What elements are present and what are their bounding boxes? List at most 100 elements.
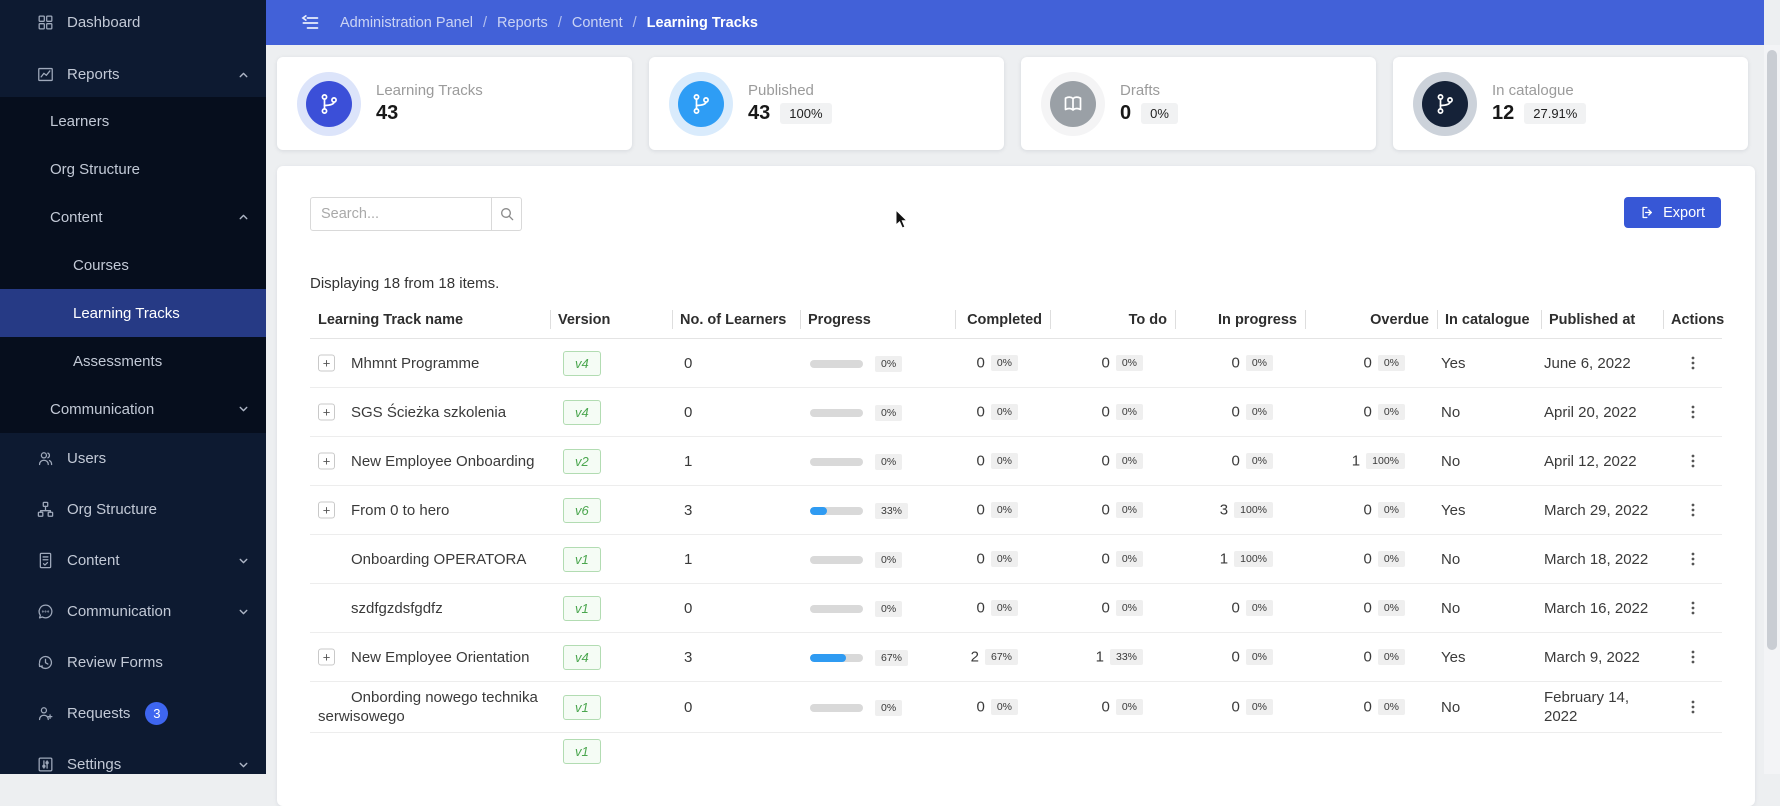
row-actions-button[interactable]: [1681, 449, 1705, 473]
learning-track-name: SGS Ścieżka szkolenia: [351, 403, 507, 421]
sidebar-item-reports-learning-tracks[interactable]: Learning Tracks: [0, 289, 266, 337]
items-count-summary: Displaying 18 from 18 items.: [310, 275, 500, 292]
row-actions-button[interactable]: [1681, 498, 1705, 522]
sidebar-item-reports-learners[interactable]: Learners: [0, 97, 266, 145]
table-row: + New Employee Onboarding v2 1 0% 0 0% 0 0%…: [310, 436, 1722, 486]
row-actions-button[interactable]: [1681, 351, 1705, 375]
menu-fold-icon[interactable]: [300, 13, 320, 33]
version-badge: v4: [563, 644, 601, 670]
todo-cell: 0 0%: [1050, 583, 1175, 633]
expand-row-button[interactable]: +: [318, 403, 335, 421]
todo-cell: 0 0%: [1050, 338, 1175, 388]
stat-card-label: Learning Tracks: [376, 82, 483, 99]
stat-card-published: Published 43 100%: [649, 57, 1004, 150]
sidebar-item-communication[interactable]: Communication: [0, 586, 266, 637]
sidebar-item-content[interactable]: Content: [0, 535, 266, 586]
search-input[interactable]: [310, 197, 492, 231]
learners-count: 0: [672, 681, 800, 733]
row-actions-button[interactable]: [1681, 596, 1705, 620]
sidebar-item-review-forms[interactable]: Review Forms: [0, 637, 266, 688]
stat-value: 0: [1231, 698, 1240, 716]
row-actions-button[interactable]: [1681, 695, 1705, 719]
progress-percent-badge: 0%: [875, 453, 903, 470]
stat-card-text: Drafts 0 0%: [1120, 82, 1178, 125]
chevron-down-icon: [237, 605, 250, 618]
in-catalogue-cell: No: [1437, 534, 1541, 584]
breadcrumb-link[interactable]: Reports: [497, 15, 548, 31]
sidebar-item-label: Assessments: [73, 352, 163, 370]
expand-row-button[interactable]: +: [318, 354, 335, 372]
stat-value: 0: [1101, 354, 1110, 372]
stat-percent-badge: 0%: [1377, 404, 1405, 421]
progress-cell: 0%: [800, 681, 955, 733]
column-header-published-at: Published at: [1541, 302, 1663, 339]
learners-count: 0: [672, 338, 800, 388]
sidebar-item-label: Courses: [73, 256, 129, 274]
table-row: + New Employee Orientation v4 3 67% 2 67% …: [310, 632, 1722, 682]
stat-percent-badge: 0%: [1377, 502, 1405, 519]
person-plus-icon: [35, 704, 55, 724]
stat-card-learning-tracks: Learning Tracks 43: [277, 57, 632, 150]
sidebar-item-label: Communication: [50, 400, 155, 418]
learning-track-name-cell: + SGS Ścieżka szkolenia: [310, 387, 550, 437]
learning-tracks-table: Learning Track name Version No. of Learner…: [310, 302, 1724, 787]
sidebar-item-users[interactable]: Users: [0, 433, 266, 484]
stat-card-in-catalogue: In catalogue 12 27.91%: [1393, 57, 1748, 150]
stat-value: 0: [1101, 452, 1110, 470]
sidebar-item-reports-org-structure[interactable]: Org Structure: [0, 145, 266, 193]
column-header-completed: Completed: [955, 302, 1050, 339]
row-actions-button[interactable]: [1681, 547, 1705, 571]
users-icon: [35, 449, 55, 469]
search-button[interactable]: [492, 197, 522, 231]
learning-track-name-cell: + New Employee Onboarding: [310, 436, 550, 486]
progress-percent-badge: 67%: [875, 649, 909, 666]
expand-row-button[interactable]: +: [318, 452, 335, 470]
stat-percent-badge: 0%: [990, 355, 1018, 372]
stat-percent-badge: 0%: [990, 502, 1018, 519]
in-progress-cell: 1 100%: [1175, 534, 1305, 584]
sidebar-item-requests[interactable]: Requests 3: [0, 688, 266, 739]
progress-percent-badge: 0%: [875, 699, 903, 716]
learners-count: 0: [672, 583, 800, 633]
sidebar-item-reports-communication[interactable]: Communication: [0, 385, 266, 433]
stat-percent-badge: 0%: [990, 453, 1018, 470]
breadcrumb-link[interactable]: Administration Panel: [340, 15, 473, 31]
sidebar-item-org-structure[interactable]: Org Structure: [0, 484, 266, 535]
sidebar-item-reports-content[interactable]: Content: [0, 193, 266, 241]
version-badge: v4: [563, 399, 601, 425]
expand-row-button[interactable]: +: [318, 648, 335, 666]
sidebar-item-label: Org Structure: [67, 501, 158, 518]
stat-value: 0: [1363, 403, 1372, 421]
learning-track-name-cell: Onboarding OPERATORA: [310, 534, 550, 584]
completed-cell: 0 0%: [955, 583, 1050, 633]
sidebar-submenu: Learners Org Structure Content Courses Learn…: [0, 97, 266, 433]
stat-value: 0: [1363, 550, 1372, 568]
stat-value: 0: [1231, 648, 1240, 666]
export-button[interactable]: Export: [1624, 197, 1721, 228]
stat-percent-badge: 0%: [1115, 600, 1143, 617]
learners-count: 0: [672, 387, 800, 437]
sidebar-item-reports-courses[interactable]: Courses: [0, 241, 266, 289]
row-actions-button[interactable]: [1681, 400, 1705, 424]
progress-cell: 67%: [800, 632, 955, 682]
sidebar-item-settings[interactable]: Settings: [0, 739, 266, 790]
sidebar-item-reports-assessments[interactable]: Assessments: [0, 337, 266, 385]
vertical-scrollbar-thumb[interactable]: [1767, 50, 1777, 650]
sidebar-item-reports[interactable]: Reports: [0, 52, 266, 97]
published-at-cell: June 6, 2022: [1541, 338, 1663, 388]
todo-cell: 0 0%: [1050, 485, 1175, 535]
sidebar-item-label: Dashboard: [67, 14, 141, 31]
row-actions-button[interactable]: [1681, 645, 1705, 669]
stat-percent-badge: 33%: [1109, 649, 1143, 666]
stat-value: 0: [1101, 550, 1110, 568]
stat-percent-badge: 0%: [1377, 699, 1405, 716]
table-row: szdfgzdsfgdfz v1 0 0% 0 0% 0 0% 0 0% 0 0% No…: [310, 583, 1722, 633]
sidebar-item-dashboard[interactable]: Dashboard: [0, 0, 266, 45]
expand-row-button[interactable]: +: [318, 501, 335, 519]
column-header-no-of-learners: No. of Learners: [672, 302, 800, 339]
breadcrumb-link[interactable]: Content: [572, 15, 623, 31]
completed-cell: 0 0%: [955, 338, 1050, 388]
sidebar: Dashboard Reports Learners Org Structure Con…: [0, 0, 266, 774]
published-at-cell: March 9, 2022: [1541, 632, 1663, 682]
breadcrumb-separator: /: [483, 14, 488, 31]
